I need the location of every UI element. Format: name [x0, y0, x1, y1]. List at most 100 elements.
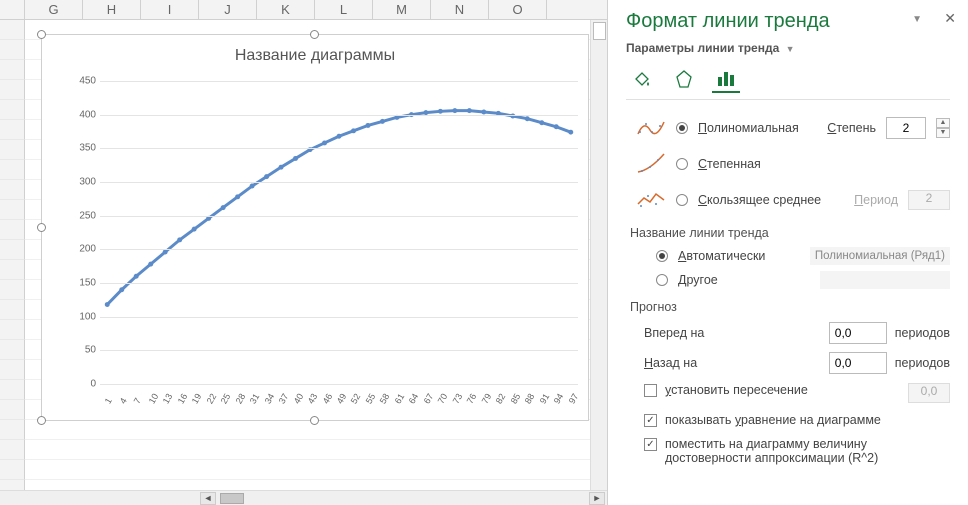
x-tick: 37 — [277, 392, 291, 406]
row-header[interactable] — [0, 120, 25, 140]
scroll-left-arrow[interactable]: ◄ — [200, 492, 216, 505]
auto-name-radio[interactable] — [656, 250, 668, 262]
chart-title[interactable]: Название диаграммы — [42, 35, 588, 73]
row-header[interactable] — [0, 460, 25, 480]
x-tick: 64 — [407, 392, 421, 406]
forward-label: Вперед на — [644, 326, 734, 340]
movavg-radio[interactable] — [676, 194, 688, 206]
column-header[interactable]: N — [431, 0, 489, 19]
x-tick: 34 — [262, 392, 276, 406]
power-icon — [636, 152, 666, 176]
resize-handle[interactable] — [37, 416, 46, 425]
polynomial-icon — [636, 116, 666, 140]
row-header[interactable] — [0, 380, 25, 400]
row-header[interactable] — [0, 160, 25, 180]
fill-tab-icon[interactable] — [628, 65, 656, 93]
power-label[interactable]: Степенная — [698, 157, 950, 171]
column-header[interactable]: J — [199, 0, 257, 19]
intercept-checkbox[interactable] — [644, 384, 657, 397]
horizontal-scrollbar[interactable]: ◄ ► — [0, 490, 607, 505]
scroll-right-arrow[interactable]: ► — [589, 492, 605, 505]
column-header[interactable]: G — [25, 0, 83, 19]
row-header[interactable] — [0, 20, 25, 40]
column-header[interactable]: K — [257, 0, 315, 19]
options-tab-icon[interactable] — [712, 65, 740, 93]
row-header[interactable] — [0, 300, 25, 320]
x-tick: 85 — [508, 392, 522, 406]
x-tick: 67 — [422, 392, 436, 406]
effects-tab-icon[interactable] — [670, 65, 698, 93]
x-tick: 1 — [103, 396, 114, 405]
polynomial-label[interactable]: Полиномиальная — [698, 121, 817, 135]
row-header[interactable] — [0, 440, 25, 460]
degree-spinner[interactable]: ▲▼ — [936, 118, 950, 138]
row-header[interactable] — [0, 180, 25, 200]
row-header[interactable] — [0, 280, 25, 300]
cell-grid[interactable]: Название диаграммы 050100150200250300350… — [25, 20, 607, 490]
row-header[interactable] — [0, 420, 25, 440]
resize-handle[interactable] — [310, 416, 319, 425]
row-header[interactable] — [0, 60, 25, 80]
y-tick: 200 — [79, 244, 96, 255]
column-headers: GHIJKLMNO — [0, 0, 607, 20]
power-radio[interactable] — [676, 158, 688, 170]
row-header[interactable] — [0, 220, 25, 240]
row-header[interactable] — [0, 200, 25, 220]
row-header[interactable] — [0, 240, 25, 260]
scroll-thumb[interactable] — [220, 493, 244, 504]
backward-input[interactable] — [829, 352, 887, 374]
spreadsheet-area: GHIJKLMNO Название диаграммы 05010015020… — [0, 0, 608, 505]
other-name-radio[interactable] — [656, 274, 668, 286]
movavg-label[interactable]: Скользящее среднее — [698, 193, 844, 207]
show-equation-label[interactable]: показывать уравнение на диаграмме — [665, 413, 881, 427]
period-label: Период — [854, 193, 898, 207]
trendline-polynomial-row: Полиномиальная Степень ▲▼ — [626, 110, 950, 146]
panel-subtitle[interactable]: Параметры линии тренда ▼ — [626, 41, 950, 55]
row-header[interactable] — [0, 40, 25, 60]
forecast-backward-row: Назад на периодов — [626, 348, 950, 378]
column-header[interactable]: I — [141, 0, 199, 19]
chart-object[interactable]: Название диаграммы 050100150200250300350… — [41, 34, 589, 421]
row-header[interactable] — [0, 360, 25, 380]
intercept-label[interactable]: установить пересечение — [665, 383, 808, 397]
close-icon[interactable]: ✕ — [944, 10, 956, 27]
auto-name-label[interactable]: Автоматически — [678, 249, 765, 263]
column-header[interactable]: L — [315, 0, 373, 19]
forward-input[interactable] — [829, 322, 887, 344]
row-header[interactable] — [0, 80, 25, 100]
select-all-corner[interactable] — [0, 0, 25, 19]
row-header[interactable] — [0, 320, 25, 340]
show-r2-checkbox[interactable] — [644, 438, 657, 451]
x-tick: 79 — [480, 392, 494, 406]
x-tick: 4 — [117, 396, 128, 405]
intercept-value: 0,0 — [908, 383, 950, 403]
column-header[interactable]: M — [373, 0, 431, 19]
column-header[interactable]: H — [83, 0, 141, 19]
degree-input[interactable] — [886, 117, 926, 139]
auto-name-row: Автоматически Полиномиальная (Ряд1) — [626, 244, 950, 268]
intercept-row: установить пересечение 0,0 — [626, 378, 950, 408]
show-r2-label[interactable]: поместить на диаграмму величину достовер… — [665, 437, 950, 465]
panel-dropdown-icon[interactable]: ▼ — [912, 14, 922, 25]
resize-handle[interactable] — [310, 30, 319, 39]
row-header[interactable] — [0, 400, 25, 420]
x-tick: 13 — [161, 392, 175, 406]
other-name-label[interactable]: Другое — [678, 273, 718, 287]
resize-handle[interactable] — [37, 30, 46, 39]
show-equation-checkbox[interactable] — [644, 414, 657, 427]
row-header[interactable] — [0, 260, 25, 280]
resize-handle[interactable] — [37, 223, 46, 232]
periods-label: периодов — [895, 326, 950, 340]
row-header[interactable] — [0, 140, 25, 160]
y-tick: 400 — [79, 109, 96, 120]
y-tick: 50 — [85, 345, 96, 356]
format-trendline-panel: ▼ ✕ Формат линии тренда Параметры линии … — [608, 0, 968, 505]
period-input: 2 — [908, 190, 950, 210]
data-series[interactable] — [100, 81, 578, 384]
x-tick: 76 — [465, 392, 479, 406]
row-header[interactable] — [0, 340, 25, 360]
vertical-scrollbar[interactable] — [590, 20, 607, 490]
polynomial-radio[interactable] — [676, 122, 688, 134]
column-header[interactable]: O — [489, 0, 547, 19]
row-header[interactable] — [0, 100, 25, 120]
